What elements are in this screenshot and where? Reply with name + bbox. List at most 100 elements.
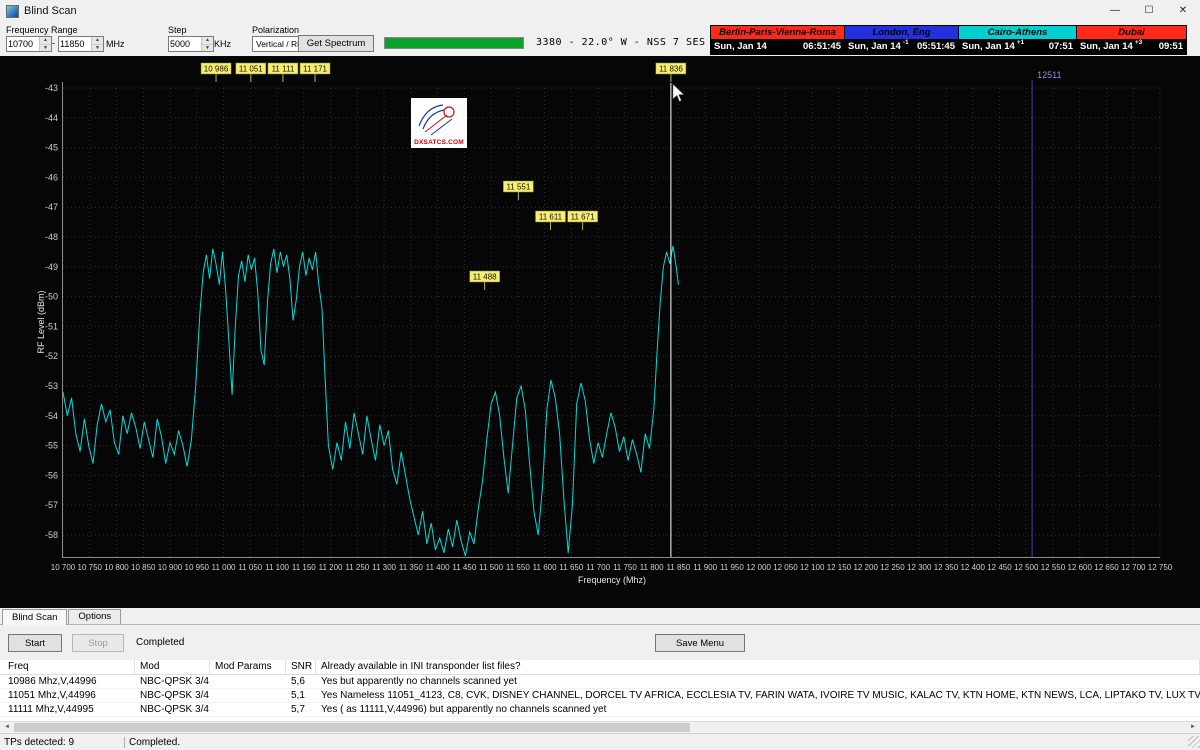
khz-unit-label: KHz xyxy=(214,39,231,49)
col-mod[interactable]: Mod xyxy=(135,660,210,674)
clock-london: London, Eng Sun, Jan 14 -1 05:51:45 xyxy=(844,25,959,55)
maximize-button[interactable]: ☐ xyxy=(1132,0,1166,22)
svg-text:-54: -54 xyxy=(45,411,58,421)
cell-mod: NBC-QPSK 3/4 xyxy=(135,675,210,688)
cell-mod-params xyxy=(210,689,286,702)
titlebar[interactable]: Blind Scan — ☐ ✕ xyxy=(0,0,1200,22)
spin-down-icon[interactable]: ▼ xyxy=(202,45,213,52)
svg-text:12 700: 12 700 xyxy=(1121,563,1146,572)
svg-text:12 000: 12 000 xyxy=(746,563,771,572)
spin-down-icon[interactable]: ▼ xyxy=(92,45,103,52)
svg-text:11 450: 11 450 xyxy=(452,563,476,572)
table-row[interactable]: 10986 Mhz,V,44996 NBC-QPSK 3/4 5,6 Yes b… xyxy=(0,675,1200,689)
table-row[interactable]: 11051 Mhz,V,44996 NBC-QPSK 3/4 5,1 Yes N… xyxy=(0,689,1200,703)
spin-down-icon[interactable]: ▼ xyxy=(40,45,51,52)
frequency-from-spin-buttons[interactable]: ▲ ▼ xyxy=(39,37,51,51)
mhz-unit-label: MHz xyxy=(106,39,125,49)
tab-options[interactable]: Options xyxy=(68,609,121,624)
col-mod-params[interactable]: Mod Params xyxy=(210,660,286,674)
clock-date: Sun, Jan 14 xyxy=(962,41,1015,52)
svg-text:12 050: 12 050 xyxy=(773,563,798,572)
svg-text:12 400: 12 400 xyxy=(960,563,985,572)
resize-grip[interactable] xyxy=(1188,736,1200,748)
horizontal-scrollbar[interactable]: ◄ ► xyxy=(0,721,1200,733)
svg-text:-48: -48 xyxy=(45,232,58,242)
progress-bar xyxy=(384,37,524,49)
cell-mod: NBC-QPSK 3/4 xyxy=(135,689,210,702)
svg-text:11 500: 11 500 xyxy=(479,563,503,572)
svg-text:11 150: 11 150 xyxy=(292,563,316,572)
satellite-info: 3380 - 22.0° W - NSS 7 SES 4 xyxy=(533,37,722,48)
table-header: Freq Mod Mod Params SNR Already availabl… xyxy=(0,660,1200,675)
spin-up-icon[interactable]: ▲ xyxy=(202,37,213,45)
clock-time: 07:51 xyxy=(1049,41,1073,52)
col-snr[interactable]: SNR xyxy=(286,660,316,674)
clock-time: 06:51:45 xyxy=(803,41,841,52)
frequency-to-input[interactable] xyxy=(59,37,91,50)
scroll-right-icon[interactable]: ► xyxy=(1186,722,1200,733)
svg-text:10 700: 10 700 xyxy=(51,563,76,572)
svg-text:12 450: 12 450 xyxy=(987,563,1012,572)
window-title: Blind Scan xyxy=(24,5,77,17)
get-spectrum-button[interactable]: Get Spectrum xyxy=(298,35,374,52)
svg-text:11 050: 11 050 xyxy=(238,563,262,572)
svg-text:-49: -49 xyxy=(45,262,58,272)
svg-text:11 051: 11 051 xyxy=(239,65,263,74)
cell-snr: 5,6 xyxy=(286,675,316,688)
clock-city: Cairo-Athens xyxy=(959,26,1076,39)
scrollbar-thumb[interactable] xyxy=(14,723,690,732)
save-menu-button[interactable]: Save Menu xyxy=(655,634,745,652)
step-spin-buttons[interactable]: ▲ ▼ xyxy=(201,37,213,51)
svg-text:11 250: 11 250 xyxy=(345,563,369,572)
step-stepper[interactable]: ▲ ▼ xyxy=(168,36,214,52)
svg-text:11 900: 11 900 xyxy=(693,563,717,572)
dxsatcs-logo: DXSATCS.COM xyxy=(411,98,467,148)
svg-text:11 600: 11 600 xyxy=(533,563,557,572)
table-row[interactable]: 11111 Mhz,V,44995 NBC-QPSK 3/4 5,7 Yes (… xyxy=(0,703,1200,717)
minimize-button[interactable]: — xyxy=(1098,0,1132,22)
svg-text:11 650: 11 650 xyxy=(559,563,583,572)
app-icon xyxy=(6,5,19,18)
svg-text:-44: -44 xyxy=(45,113,58,123)
scan-status-label: Completed xyxy=(136,637,184,648)
svg-text:11 800: 11 800 xyxy=(640,563,664,572)
step-input[interactable] xyxy=(169,37,201,50)
svg-text:11 488: 11 488 xyxy=(473,273,497,282)
spin-up-icon[interactable]: ▲ xyxy=(40,37,51,45)
scroll-left-icon[interactable]: ◄ xyxy=(0,722,14,733)
results-table: Freq Mod Mod Params SNR Already availabl… xyxy=(0,660,1200,721)
svg-text:11 400: 11 400 xyxy=(426,563,450,572)
clock-offset: +1 xyxy=(1017,39,1024,47)
stop-button[interactable]: Stop xyxy=(72,634,124,652)
svg-text:12 750: 12 750 xyxy=(1148,563,1173,572)
col-already[interactable]: Already available in INI transponder lis… xyxy=(316,660,1200,674)
cell-freq: 11051 Mhz,V,44996 xyxy=(0,689,135,702)
close-button[interactable]: ✕ xyxy=(1166,0,1200,22)
svg-text:-53: -53 xyxy=(45,381,58,391)
spectrum-chart[interactable]: 10 70010 75010 80010 85010 90010 95011 0… xyxy=(0,56,1200,608)
svg-text:11 950: 11 950 xyxy=(720,563,744,572)
step-label: Step xyxy=(168,25,187,35)
frequency-range-label: Frequency Range xyxy=(6,25,78,35)
clock-city: Dubai xyxy=(1077,26,1186,39)
svg-text:12 100: 12 100 xyxy=(800,563,825,572)
status-completed-label: Completed. xyxy=(129,737,180,748)
svg-text:11 300: 11 300 xyxy=(372,563,396,572)
svg-text:11 350: 11 350 xyxy=(399,563,423,572)
svg-text:-46: -46 xyxy=(45,172,58,182)
frequency-to-spin-buttons[interactable]: ▲ ▼ xyxy=(91,37,103,51)
spin-up-icon[interactable]: ▲ xyxy=(92,37,103,45)
frequency-from-input[interactable] xyxy=(7,37,39,50)
svg-text:12 500: 12 500 xyxy=(1014,563,1039,572)
frequency-from-stepper[interactable]: ▲ ▼ xyxy=(6,36,52,52)
col-freq[interactable]: Freq xyxy=(0,660,135,674)
start-button[interactable]: Start xyxy=(8,634,62,652)
svg-text:11 171: 11 171 xyxy=(303,65,327,74)
frequency-to-stepper[interactable]: ▲ ▼ xyxy=(58,36,104,52)
tab-blind-scan[interactable]: Blind Scan xyxy=(2,609,67,625)
tps-detected-label: TPs detected: 9 xyxy=(4,737,120,748)
spectrum-plot[interactable]: 10 70010 75010 80010 85010 90010 95011 0… xyxy=(0,56,1200,608)
svg-text:-51: -51 xyxy=(45,321,58,331)
clock-berlin: Berlin-Paris-Vienna-Roma Sun, Jan 14 06:… xyxy=(710,25,845,55)
clock-cairo: Cairo-Athens Sun, Jan 14 +1 07:51 xyxy=(958,25,1077,55)
